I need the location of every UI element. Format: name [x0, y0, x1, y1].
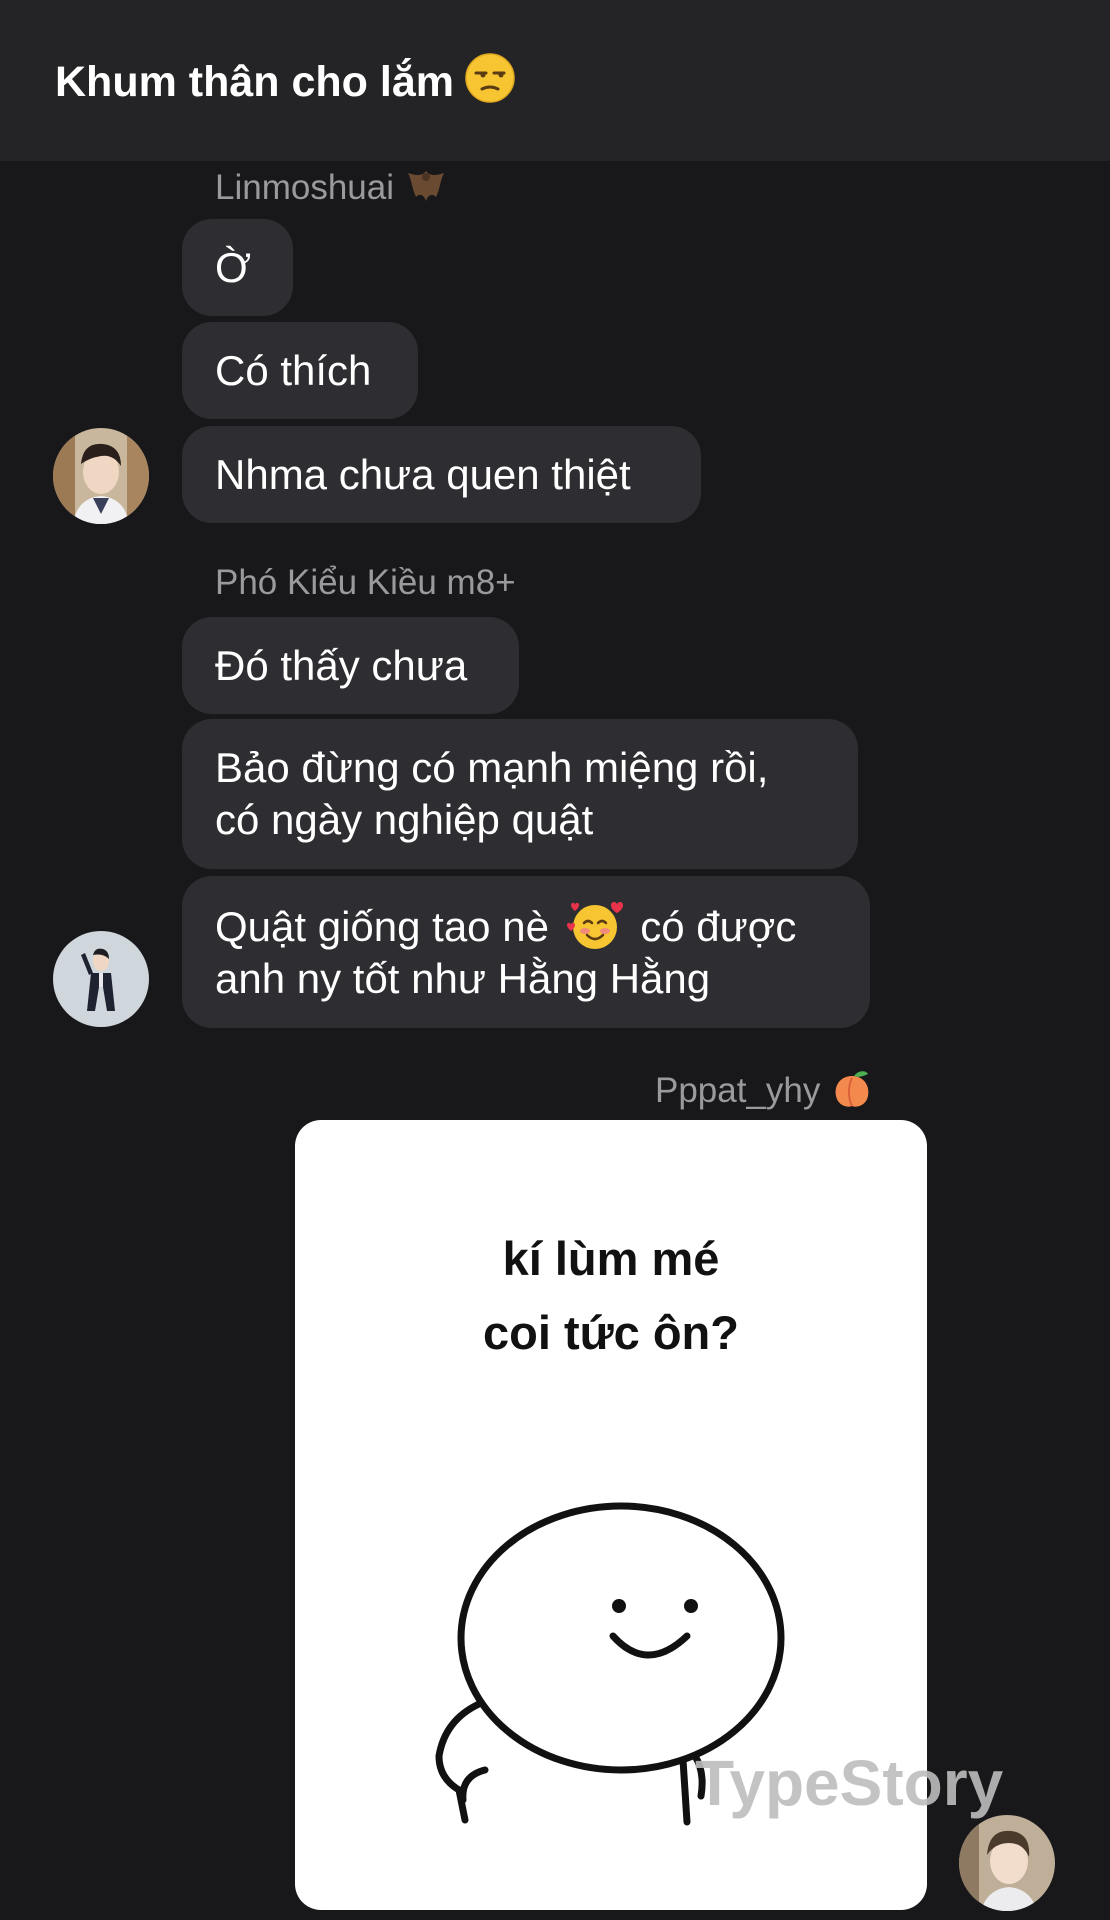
- message-text-line: Bảo đừng có mạnh miệng rồi,: [215, 744, 769, 791]
- message-bubble[interactable]: Có thích: [182, 322, 418, 419]
- message-bubble[interactable]: Đó thấy chưa: [182, 617, 519, 714]
- message-text: Có thích: [215, 346, 372, 394]
- message-text-line: Quật giống tao nè có được: [215, 899, 796, 953]
- avatar-photo: [959, 1815, 1055, 1911]
- message-text-line: anh ny tốt như Hằng Hằng: [215, 955, 711, 1002]
- sender-name: Phó Kiểu Kiều m8+: [215, 561, 516, 605]
- sender-name: Linmoshuai: [215, 163, 448, 210]
- avatar[interactable]: [53, 931, 149, 1027]
- message-text: Nhma chưa quen thiệt: [215, 450, 631, 498]
- avatar-photo: [53, 428, 149, 524]
- chat-title-text: Khum thân cho lắm: [55, 58, 454, 106]
- message-text-part: Quật giống tao nè: [215, 903, 549, 950]
- chat-header: Khum thân cho lắm: [0, 0, 1110, 161]
- chat-title[interactable]: Khum thân cho lắm: [55, 50, 516, 114]
- sticker-caption-line: kí lùm mé: [502, 1232, 720, 1285]
- message-text-part: có được: [640, 903, 797, 950]
- message-bubble[interactable]: Ờ: [182, 219, 293, 316]
- watermark: TypeStory: [695, 1747, 1004, 1819]
- peach-icon: [836, 1071, 869, 1107]
- sender-name-text: Phó Kiểu Kiều m8+: [215, 563, 516, 602]
- avatar-photo: [53, 931, 149, 1027]
- sender-name-text: Linmoshuai: [215, 168, 394, 207]
- message-bubble[interactable]: Quật giống tao nè có được anh ny tốt như…: [182, 876, 870, 1028]
- unamused-face-icon: [465, 53, 515, 103]
- sender-name-text: Pppat_yhy: [655, 1071, 821, 1110]
- message-bubble[interactable]: Nhma chưa quen thiệt: [182, 426, 701, 523]
- avatar[interactable]: [53, 428, 149, 524]
- message-bubble[interactable]: Bảo đừng có mạnh miệng rồi, có ngày nghi…: [182, 719, 858, 869]
- message-text: Đó thấy chưa: [215, 641, 468, 689]
- sticker-caption-line: coi tức ôn?: [483, 1306, 739, 1359]
- chat-screen: Khum thân cho lắm Linmoshuai Ờ Có thích …: [0, 0, 1110, 1920]
- message-text: Ờ: [215, 243, 252, 291]
- sender-name: Pppat_yhy: [655, 1066, 874, 1113]
- sticker-caption: kí lùm mé coi tức ôn?: [295, 1222, 927, 1370]
- avatar[interactable]: [959, 1815, 1055, 1911]
- message-text-line: có ngày nghiệp quật: [215, 796, 594, 843]
- bat-icon: [408, 171, 444, 201]
- smiling-face-with-hearts-icon: [566, 902, 623, 949]
